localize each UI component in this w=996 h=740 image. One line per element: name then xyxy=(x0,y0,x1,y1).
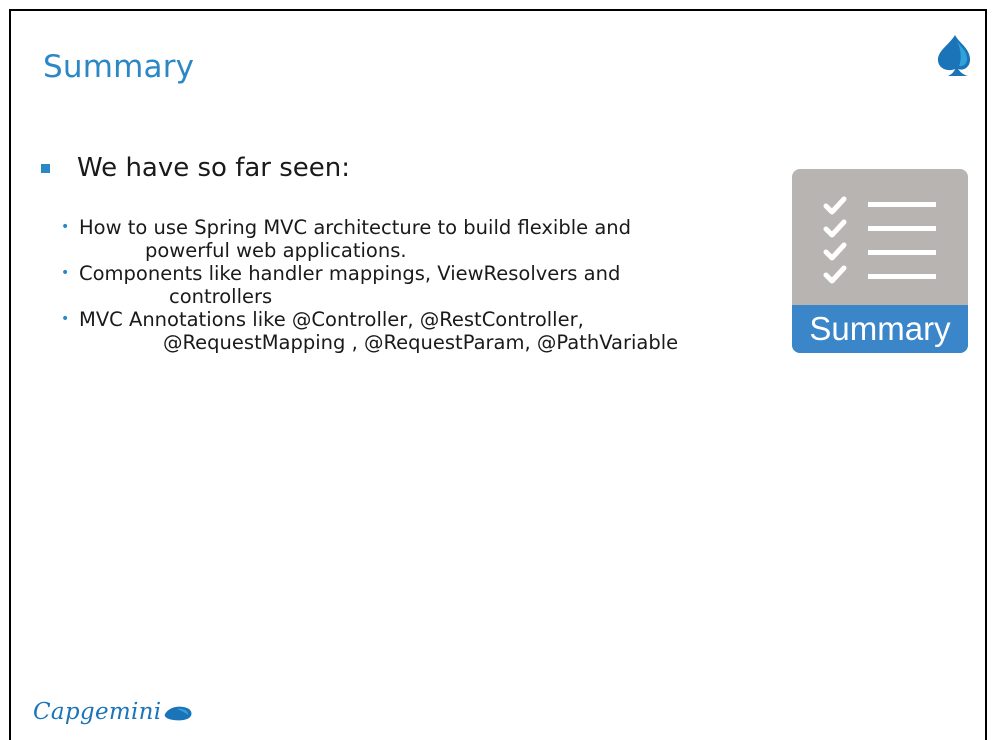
lead-text: We have so far seen: xyxy=(77,153,351,183)
sub-point: • Components like handler mappings, View… xyxy=(55,262,755,308)
sub-point-continuation: controllers xyxy=(169,285,273,308)
sub-point: • How to use Spring MVC architecture to … xyxy=(55,216,755,262)
brand-logo: Capgemini xyxy=(33,699,193,725)
dot-bullet-icon: • xyxy=(61,219,70,235)
spade-icon xyxy=(165,706,192,721)
square-bullet-icon xyxy=(41,163,50,173)
brand-wordmark: Capgemini xyxy=(33,699,162,725)
sub-point-continuation: powerful web applications. xyxy=(145,239,407,262)
sub-point-line: MVC Annotations like @Controller, @RestC… xyxy=(79,308,584,331)
dot-bullet-icon: • xyxy=(61,311,70,327)
dot-bullet-icon: • xyxy=(61,265,70,281)
checklist-icon xyxy=(823,196,936,284)
sub-point-list: • How to use Spring MVC architecture to … xyxy=(55,216,755,354)
lead-bullet-item: We have so far seen: xyxy=(41,153,350,183)
summary-illustration: Summary xyxy=(792,169,968,353)
slide-title: Summary xyxy=(43,49,195,85)
slide: Summary We have so far seen: • How to us… xyxy=(9,9,987,740)
sub-point-continuation: @RequestMapping , @RequestParam, @PathVa… xyxy=(163,331,679,354)
spade-icon xyxy=(937,35,971,76)
sub-point-line: Components like handler mappings, ViewRe… xyxy=(79,262,621,285)
summary-icon-label: Summary xyxy=(792,305,968,353)
sub-point: • MVC Annotations like @Controller, @Res… xyxy=(55,308,755,354)
sub-point-line: How to use Spring MVC architecture to bu… xyxy=(79,216,632,239)
